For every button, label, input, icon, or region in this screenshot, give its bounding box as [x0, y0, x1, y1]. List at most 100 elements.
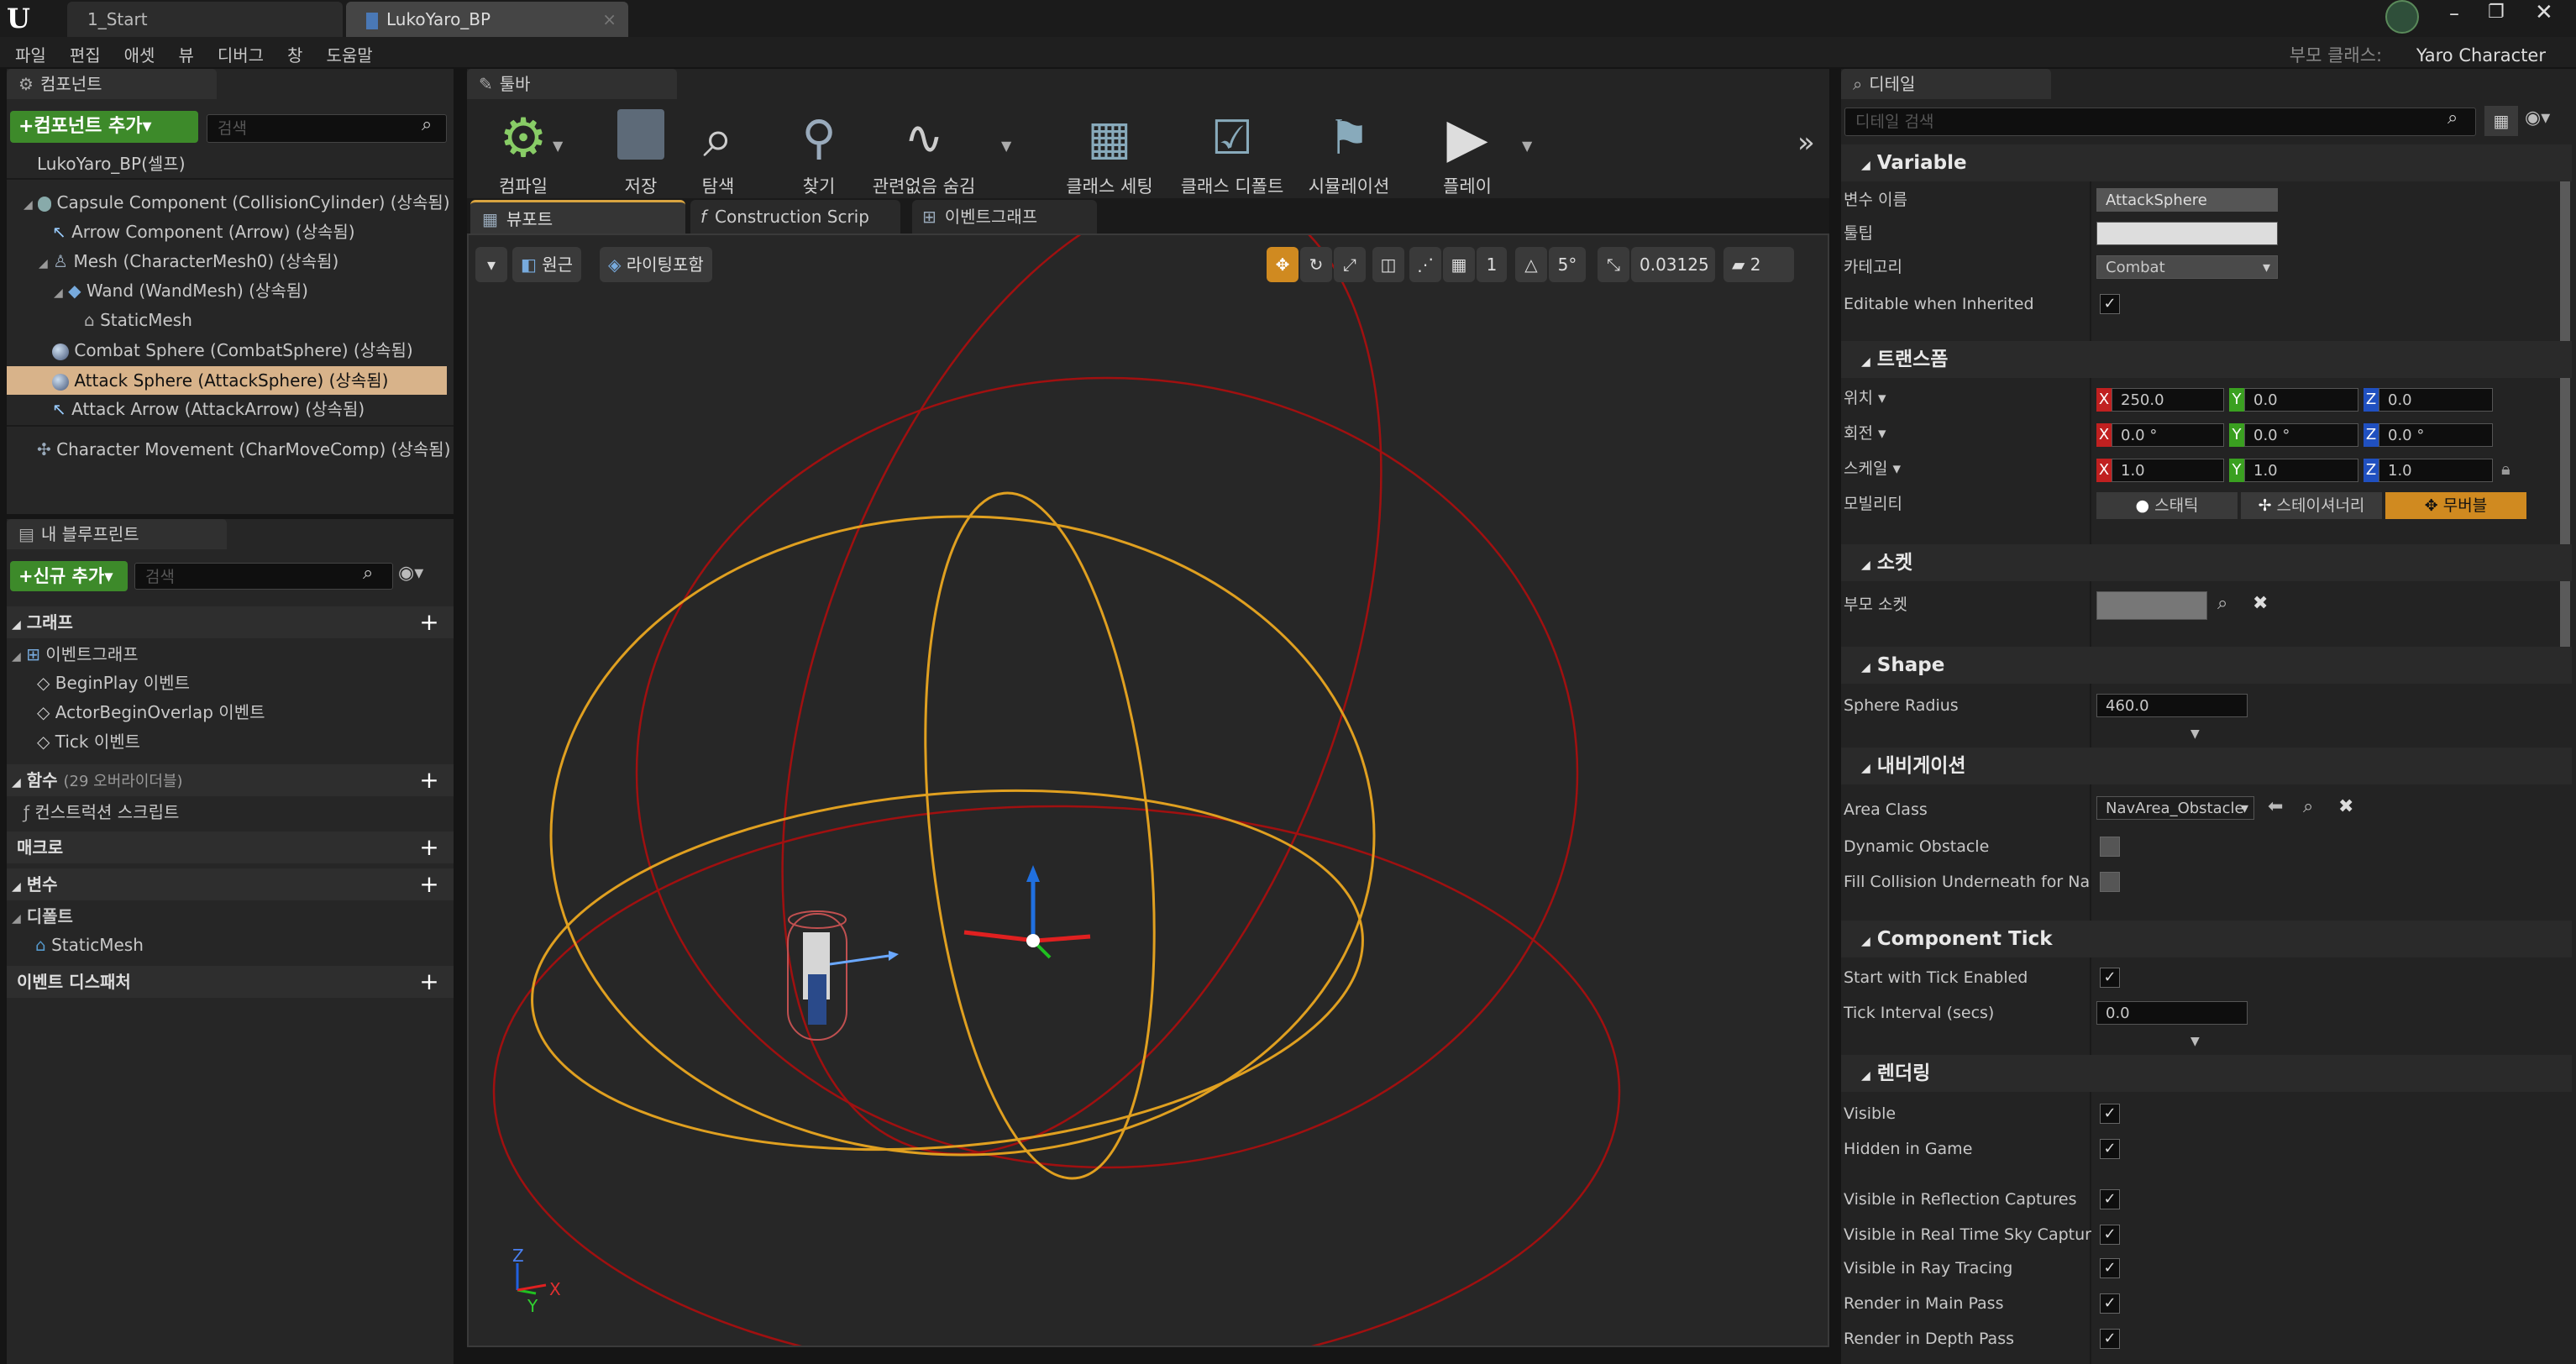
section-transform[interactable]: ◢ 트랜스폼: [1841, 341, 2572, 378]
scale-z-input[interactable]: 1.0: [2379, 459, 2493, 482]
event-dispatchers-section[interactable]: 이벤트 디스패처: [7, 966, 454, 998]
visible-reflection-checkbox[interactable]: ✓: [2100, 1189, 2120, 1209]
add-graph-icon[interactable]: +: [417, 610, 442, 635]
scale-x-input[interactable]: 1.0: [2112, 459, 2224, 482]
location-label[interactable]: 위치 ▾: [1844, 381, 1886, 415]
doc-tab-blueprint[interactable]: LukoYaro_BP ×: [346, 2, 628, 37]
add-function-icon[interactable]: +: [417, 768, 442, 793]
expand-arrow-icon[interactable]: ◢: [39, 257, 48, 270]
tab-components[interactable]: ⚙ 컴포넌트: [7, 69, 217, 99]
visible-ray-tracing-checkbox[interactable]: ✓: [2100, 1258, 2120, 1278]
menu-asset[interactable]: 애셋: [124, 42, 155, 66]
viewport-options-button[interactable]: ▾: [475, 247, 507, 282]
macros-section[interactable]: 매크로: [7, 832, 454, 863]
visibility-eye-icon[interactable]: ◉▾: [2525, 108, 2550, 129]
scale-mode-button[interactable]: ⤢: [1334, 247, 1366, 282]
menu-view[interactable]: 뷰: [178, 42, 193, 66]
browse-icon[interactable]: ⌕: [2303, 796, 2313, 817]
tab-toolbar[interactable]: ✎ 툴바: [467, 69, 677, 99]
class-settings-button[interactable]: ▦ 클래스 세팅: [1047, 109, 1173, 198]
render-depth-pass-checkbox[interactable]: ✓: [2100, 1329, 2120, 1349]
hide-unrelated-button[interactable]: ∿ 관련없음 숨김: [860, 109, 988, 198]
viewport[interactable]: Z Y X ▾ ◧ 원근 ◈ 라이팅포함 ✥ ↻ ⤢ ◫ ⋰ ▦ 1 △ 5° …: [467, 233, 1829, 1347]
root-component[interactable]: LukoYaro_BP(셀프): [37, 150, 186, 178]
construction-script-item[interactable]: ƒ 컨스트럭션 스크립트: [24, 798, 179, 826]
fill-collision-checkbox[interactable]: [2100, 872, 2120, 892]
scale-y-input[interactable]: 1.0: [2244, 459, 2358, 482]
tooltip-input[interactable]: [2096, 222, 2278, 245]
hidden-in-game-checkbox[interactable]: ✓: [2100, 1139, 2120, 1159]
tab-viewport[interactable]: ▦ 뷰포트: [470, 200, 685, 233]
camera-speed-button[interactable]: ▰ 2: [1723, 247, 1794, 282]
details-scrollbar[interactable]: [2560, 144, 2570, 682]
component-item[interactable]: ◢ ◆ Wand (WandMesh) (상속됨): [54, 276, 308, 305]
add-variable-icon[interactable]: +: [417, 872, 442, 897]
event-item[interactable]: ◇ Tick 이벤트: [37, 727, 140, 756]
expand-advanced-icon[interactable]: ▼: [2190, 727, 2200, 741]
add-new-button[interactable]: +신규 추가▾: [10, 561, 128, 591]
visibility-eye-icon[interactable]: ◉▾: [398, 563, 423, 584]
hide-unrelated-options-icon[interactable]: ▼: [1001, 138, 1011, 154]
graph-section[interactable]: ◢ 그래프: [7, 606, 454, 638]
clear-socket-icon[interactable]: ✖: [2253, 593, 2268, 614]
variable-name-input[interactable]: AttackSphere: [2096, 188, 2278, 212]
use-selected-arrow-icon[interactable]: ⬅: [2268, 796, 2283, 817]
lock-scale-icon[interactable]: 🔒︎: [2501, 459, 2510, 479]
compile-button[interactable]: ⚙ 컴파일: [460, 109, 586, 198]
close-icon[interactable]: ×: [602, 2, 616, 37]
tab-my-blueprint[interactable]: ▤ 내 블루프린트: [7, 519, 227, 549]
mobility-stationary-button[interactable]: ✢ 스테이셔너리: [2241, 492, 2382, 519]
component-item[interactable]: ◢ Capsule Component (CollisionCylinder) …: [24, 188, 450, 217]
start-tick-checkbox[interactable]: ✓: [2100, 968, 2120, 988]
section-variable[interactable]: ◢ Variable: [1841, 144, 2572, 181]
component-item[interactable]: ↖ Attack Arrow (AttackArrow) (상속됨): [52, 395, 365, 423]
source-control-icon[interactable]: [2385, 0, 2419, 34]
menu-file[interactable]: 파일: [15, 42, 46, 66]
section-rendering[interactable]: ◢ 렌더링: [1841, 1055, 2572, 1092]
component-item[interactable]: Combat Sphere (CombatSphere) (상속됨): [52, 336, 413, 365]
maximize-icon[interactable]: ❐: [2488, 2, 2505, 23]
simulate-button[interactable]: ⚑ 시뮬레이션: [1285, 109, 1413, 198]
grid-snap-value[interactable]: 1: [1477, 247, 1507, 282]
visible-sky-capture-checkbox[interactable]: ✓: [2100, 1225, 2120, 1245]
event-graph-item[interactable]: ◢ ⊞ 이벤트그래프: [12, 640, 139, 669]
property-matrix-icon[interactable]: ▦: [2484, 106, 2518, 136]
location-z-input[interactable]: 0.0: [2379, 388, 2493, 412]
scale-label[interactable]: 스케일 ▾: [1844, 452, 1901, 485]
coordinate-space-button[interactable]: ◫: [1372, 247, 1404, 282]
section-sockets[interactable]: ◢ 소켓: [1841, 544, 2572, 581]
blueprint-search-input[interactable]: 검색: [134, 563, 393, 590]
category-dropdown[interactable]: Combat ▾: [2096, 255, 2278, 279]
parent-class-value[interactable]: Yaro Character: [2416, 45, 2546, 66]
expand-arrow-icon[interactable]: ◢: [24, 198, 33, 212]
component-item[interactable]: ⌂ StaticMesh: [84, 306, 192, 334]
section-navigation[interactable]: ◢ 내비게이션: [1841, 748, 2572, 784]
parent-socket-field[interactable]: [2096, 591, 2207, 620]
sphere-radius-input[interactable]: 460.0: [2096, 694, 2248, 717]
clear-icon[interactable]: ✖: [2338, 796, 2353, 817]
browse-socket-icon[interactable]: ⌕: [2217, 593, 2227, 614]
add-component-button[interactable]: +컴포넌트 추가▾: [10, 111, 198, 143]
menu-edit[interactable]: 편집: [70, 42, 101, 66]
perspective-button[interactable]: ◧ 원근: [512, 247, 582, 282]
event-item[interactable]: ◇ ActorBeginOverlap 이벤트: [37, 698, 265, 727]
grid-snap-toggle-icon[interactable]: ▦: [1443, 247, 1475, 282]
close-window-icon[interactable]: ✕: [2535, 0, 2553, 25]
component-search-input[interactable]: 검색: [207, 114, 447, 143]
editable-inherited-checkbox[interactable]: ✓: [2100, 294, 2120, 314]
variable-category[interactable]: ◢ 디폴트: [12, 902, 73, 931]
variables-section[interactable]: ◢ 변수: [7, 868, 454, 900]
mobility-static-button[interactable]: ● 스태틱: [2096, 492, 2238, 519]
play-options-icon[interactable]: ▼: [1522, 138, 1532, 154]
tab-event-graph[interactable]: ⊞ 이벤트그래프: [912, 200, 1097, 233]
render-main-pass-checkbox[interactable]: ✓: [2100, 1293, 2120, 1314]
functions-section[interactable]: ◢ 함수 (29 오버라이더블): [7, 764, 454, 796]
tick-interval-input[interactable]: 0.0: [2096, 1001, 2248, 1025]
section-shape[interactable]: ◢ Shape: [1841, 647, 2572, 684]
component-item[interactable]: ✣ Character Movement (CharMoveComp) (상속됨…: [37, 435, 450, 464]
expand-advanced-icon[interactable]: ▼: [2190, 1035, 2200, 1048]
translate-mode-button[interactable]: ✥: [1267, 247, 1298, 282]
scale-snap-value[interactable]: 0.03125: [1631, 247, 1715, 282]
component-item-selected[interactable]: Attack Sphere (AttackSphere) (상속됨): [52, 366, 388, 395]
add-dispatcher-icon[interactable]: +: [417, 969, 442, 994]
